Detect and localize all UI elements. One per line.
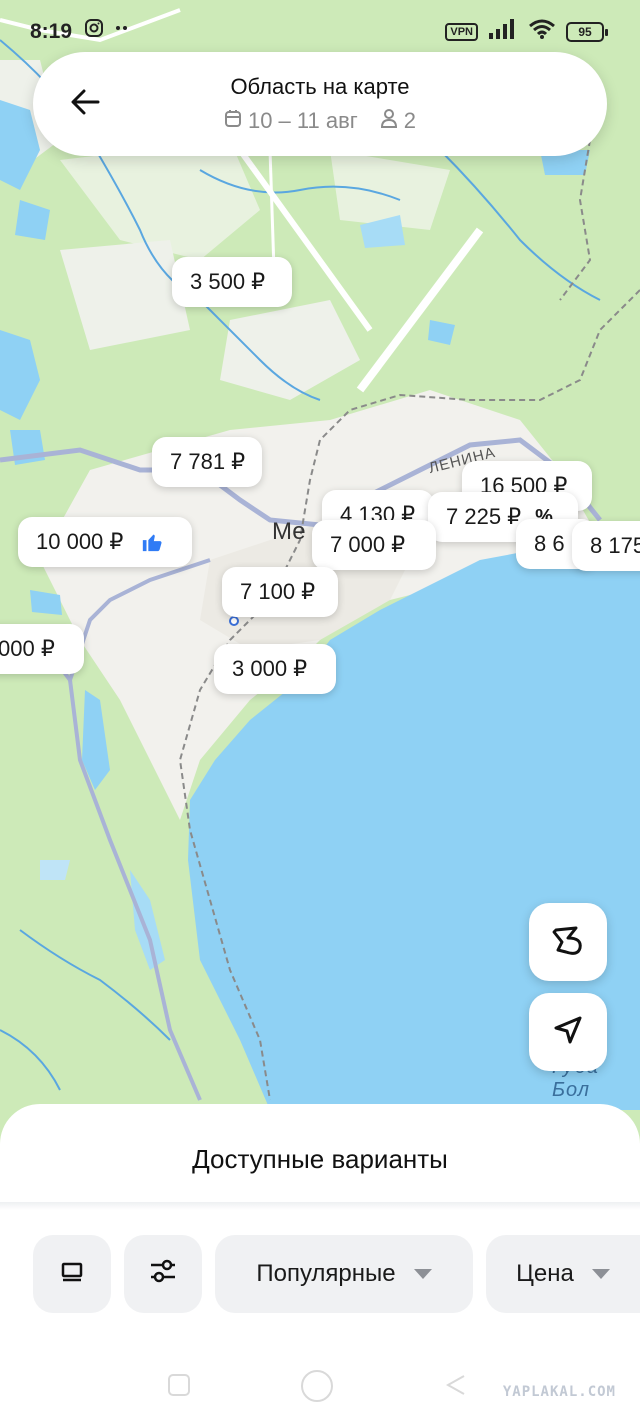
price-pin-label: 3 000 ₽ [232, 656, 308, 681]
instagram-icon [84, 18, 104, 43]
draw-area-icon [548, 920, 588, 965]
sheet-title: Доступные варианты [192, 1144, 448, 1174]
price-pin-3500[interactable]: 3 500 ₽ [172, 257, 292, 307]
header-title: Область на карте [230, 74, 410, 99]
price-pin-label: 8 6 [534, 531, 565, 556]
sheet-divider [0, 1202, 640, 1210]
town-label: Ме [272, 518, 306, 545]
price-filter-dropdown[interactable]: Цена [486, 1235, 640, 1313]
price-pin-7100[interactable]: 7 100 ₽ [222, 567, 338, 617]
list-view-icon [58, 1257, 86, 1292]
price-pin-label: 000 ₽ [0, 636, 55, 661]
price-pin-label: 7 225 ₽ [446, 504, 522, 529]
price-pin-8175[interactable]: 8 175 [572, 521, 640, 571]
wifi-icon [528, 18, 556, 45]
back-icon[interactable] [444, 1374, 466, 1396]
battery-indicator: 95 [566, 21, 608, 42]
system-nav-bar: YAPLAKAL.COM [0, 1352, 640, 1423]
price-pin-3000[interactable]: 3 000 ₽ [214, 644, 336, 694]
price-pin-label: 8 175 [590, 533, 640, 558]
draw-area-button[interactable] [529, 903, 607, 981]
price-pin-label: 10 000 ₽ [36, 529, 124, 554]
vpn-badge: VPN [445, 22, 478, 41]
watermark: YAPLAKAL.COM [502, 1384, 616, 1400]
chevron-down-icon [591, 1269, 610, 1279]
status-right-icons: VPN 95 [445, 18, 608, 45]
signal-icon [488, 18, 518, 45]
my-location-button[interactable] [529, 993, 607, 1071]
search-header[interactable]: Область на карте 10 – 11 авг 2 [33, 52, 607, 156]
person-icon [380, 108, 398, 134]
price-pin-10000[interactable]: 10 000 ₽ [18, 517, 192, 567]
price-pin-label: 7 100 ₽ [240, 579, 316, 604]
price-pin-label: 3 500 ₽ [190, 269, 266, 294]
filters-button[interactable] [124, 1235, 202, 1313]
calendar-icon [224, 108, 242, 134]
status-bar: 8:19 VPN 95 [0, 0, 640, 64]
filter-sliders-icon [148, 1257, 178, 1292]
price-pin-label: 7 000 ₽ [330, 532, 406, 557]
status-left-icons [84, 18, 130, 43]
list-view-button[interactable] [33, 1235, 111, 1313]
price-pin-edge[interactable]: 000 ₽ [0, 624, 84, 674]
recent-apps-icon[interactable] [168, 1374, 190, 1396]
status-time: 8:19 [30, 20, 73, 43]
header-subtitle[interactable]: 10 – 11 авг 2 [33, 108, 607, 134]
sort-popular-label: Популярные [256, 1260, 396, 1287]
price-pin-7000[interactable]: 7 000 ₽ [312, 520, 436, 570]
price-pin-label: 7 781 ₽ [170, 449, 246, 474]
sort-popular-dropdown[interactable]: Популярные [215, 1235, 473, 1313]
header-guests: 2 [403, 108, 417, 133]
home-icon[interactable] [301, 1370, 333, 1402]
thumbs-up-icon [137, 527, 167, 557]
chevron-down-icon [413, 1269, 432, 1279]
header-dates: 10 – 11 авг [247, 108, 358, 133]
navigate-arrow-icon [552, 1014, 584, 1051]
price-pin-7781[interactable]: 7 781 ₽ [152, 437, 262, 487]
price-filter-label: Цена [516, 1260, 574, 1287]
more-dots-icon [114, 18, 130, 43]
